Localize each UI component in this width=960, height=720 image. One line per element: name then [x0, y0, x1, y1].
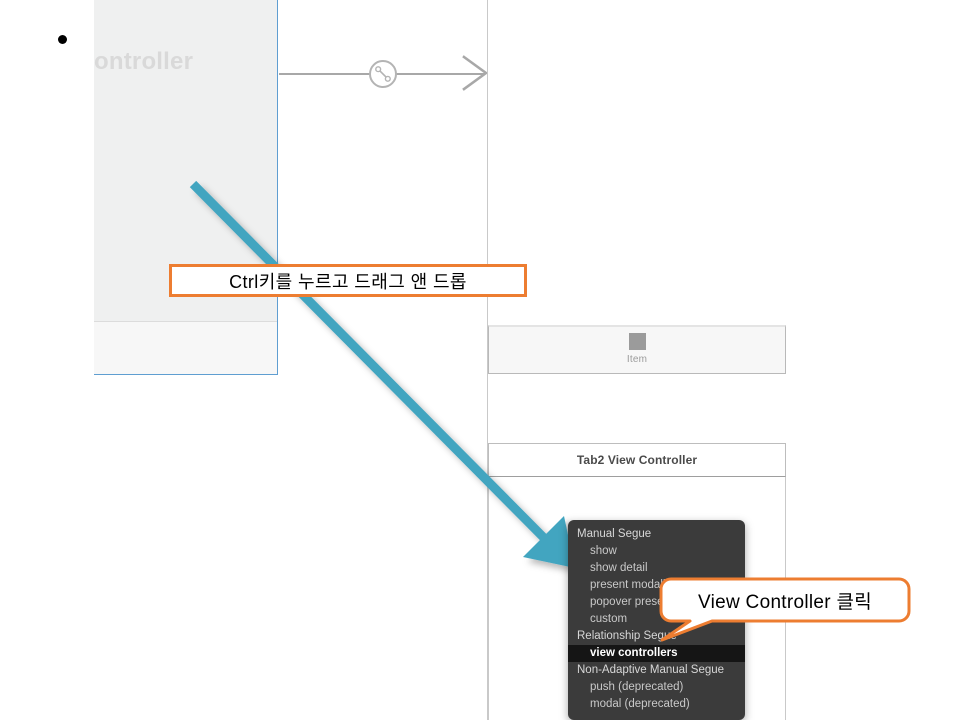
callout-ctrl-drag-drop-text: Ctrl키를 누르고 드래그 앤 드롭 — [229, 271, 467, 292]
menu-item-show[interactable]: show — [568, 543, 745, 560]
storyboard-tab-bar[interactable]: Item — [488, 325, 786, 374]
callout-view-controller-click: View Controller 클릭 — [659, 577, 911, 642]
menu-item-show-detail[interactable]: show detail — [568, 560, 745, 577]
scene-left-title: ontroller — [94, 48, 194, 75]
menu-group-header: Manual Segue — [577, 528, 652, 540]
scene-left-lower-area — [94, 322, 277, 374]
callout-view-controller-click-text: View Controller 클릭 — [697, 591, 873, 613]
menu-group-header: Non-Adaptive Manual Segue — [577, 664, 725, 676]
slide-canvas: ontroller Item Tab2 View Controller Manu… — [0, 0, 960, 720]
storyboard-scene-left[interactable]: ontroller — [94, 0, 278, 375]
slide-bullet-marker — [58, 35, 67, 44]
tab-item-label: Item — [626, 354, 648, 365]
callout-ctrl-drag-drop: Ctrl키를 누르고 드래그 앤 드롭 — [169, 264, 527, 297]
segue-arrow-icon — [462, 55, 488, 91]
tab-bar-item[interactable]: Item — [489, 333, 785, 365]
tab-item-square-icon — [628, 333, 646, 350]
menu-item-view-controllers[interactable]: view controllers — [568, 645, 745, 662]
menu-item-modal-deprecated[interactable]: modal (deprecated) — [568, 696, 745, 713]
menu-group-header: Relationship Segue — [577, 630, 677, 642]
segue-badge-icon[interactable] — [369, 60, 397, 88]
storyboard-scene-tab2[interactable]: Tab2 View Controller — [488, 443, 786, 477]
scene-tab2-title: Tab2 View Controller — [576, 453, 698, 467]
menu-item-push-deprecated[interactable]: push (deprecated) — [568, 679, 745, 696]
